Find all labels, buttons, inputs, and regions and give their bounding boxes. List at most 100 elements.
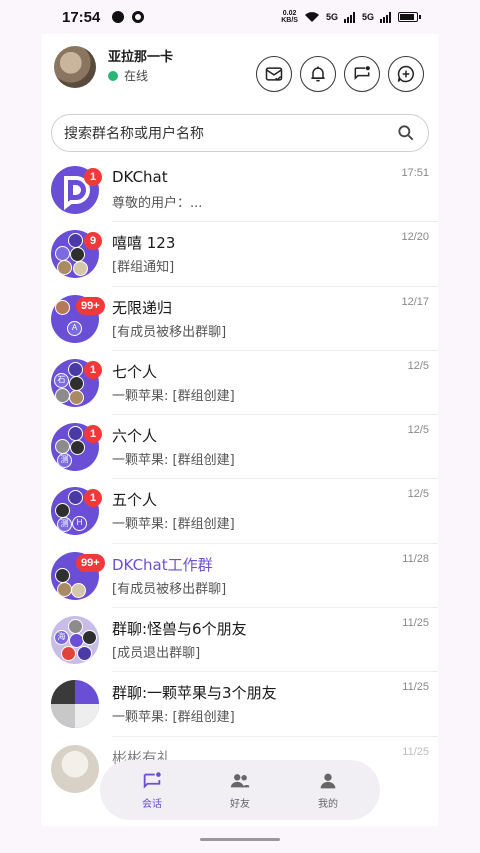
member-avatar bbox=[55, 503, 70, 519]
signal-label-2: 5G bbox=[361, 12, 374, 22]
chat-preview: [有成员被移出群聊] bbox=[112, 581, 227, 597]
list-item[interactable]: 测 1 六个人 一颗苹果: [群组创建] 12/5 bbox=[42, 415, 438, 480]
profile-icon bbox=[320, 773, 336, 789]
list-item[interactable]: 9 嘻嘻 123 [群组通知] 12/20 bbox=[42, 222, 438, 287]
chat-title: 群聊:一颗苹果与3个朋友 bbox=[112, 684, 277, 703]
member-avatar bbox=[73, 261, 88, 277]
search-input[interactable]: 搜索群名称或用户名称 bbox=[64, 123, 396, 143]
notification-dot-icon bbox=[112, 11, 125, 23]
avatar[interactable] bbox=[54, 46, 96, 88]
chat-preview: 一颗苹果: [群组创建] bbox=[112, 388, 235, 404]
chat-preview: 一颗苹果: [群组创建] bbox=[112, 710, 235, 726]
member-avatar: 测 bbox=[57, 517, 72, 533]
chat-title: 嘻嘻 123 bbox=[112, 234, 176, 253]
avatar bbox=[51, 680, 99, 729]
chat-title: 群聊:怪兽与6个朋友 bbox=[112, 620, 247, 639]
member-avatar bbox=[82, 630, 97, 646]
avatar: 海 bbox=[51, 616, 99, 665]
unread-badge: 1 bbox=[84, 168, 102, 186]
member-avatar: 测 bbox=[57, 453, 72, 469]
chat-preview: 尊敬的用户：... bbox=[112, 196, 203, 211]
member-avatar bbox=[55, 439, 70, 455]
chat-title: 六个人 bbox=[112, 427, 158, 446]
avatar bbox=[51, 744, 99, 793]
chat-time: 12/17 bbox=[401, 295, 429, 308]
list-item[interactable]: 测 H 1 五个人 一颗苹果: [群组创建] 12/5 bbox=[42, 479, 438, 544]
chat-time: 11/25 bbox=[402, 681, 429, 694]
app-notification-icon bbox=[132, 11, 145, 23]
status-right: 0.02 KB/S 5G 5G bbox=[281, 10, 421, 24]
member-avatar bbox=[68, 426, 83, 442]
home-indicator[interactable] bbox=[200, 838, 280, 841]
online-dot-icon bbox=[108, 70, 118, 81]
chat-time: 17:51 bbox=[401, 167, 429, 179]
friends-icon bbox=[230, 774, 250, 788]
status-time: 17:54 bbox=[62, 8, 101, 26]
tab-label: 好友 bbox=[230, 799, 250, 810]
list-item[interactable]: 1 DKChat 尊敬的用户：... 17:51 bbox=[42, 158, 438, 223]
member-avatar bbox=[61, 646, 76, 662]
search-icon bbox=[398, 125, 414, 141]
tab-profile[interactable]: 我的 bbox=[293, 770, 363, 810]
chat-title: 五个人 bbox=[112, 491, 158, 510]
member-avatar: H bbox=[72, 516, 87, 532]
member-avatar bbox=[77, 646, 92, 662]
list-item[interactable]: 石 1 七个人 一颗苹果: [群组创建] 12/5 bbox=[42, 351, 438, 416]
chat-list: 1 DKChat 尊敬的用户：... 17:51 9 嘻嘻 123 [群组通知]… bbox=[42, 158, 438, 801]
user-name: 亚拉那一卡 bbox=[108, 50, 174, 65]
member-avatar bbox=[55, 299, 70, 315]
member-avatar: 石 bbox=[54, 372, 69, 388]
new-chat-button[interactable] bbox=[388, 56, 424, 92]
battery-icon bbox=[398, 12, 421, 22]
app-window: 17:54 0.02 KB/S 5G 5G 亚拉那一卡 在线 搜索群名称或用户名… bbox=[42, 0, 438, 853]
unread-badge: 99+ bbox=[76, 553, 105, 572]
member-avatar: 海 bbox=[54, 630, 69, 646]
bottom-nav: 会话 好友 我的 bbox=[100, 760, 380, 820]
member-avatar bbox=[68, 361, 83, 377]
member-tile bbox=[51, 680, 75, 705]
search-button[interactable] bbox=[396, 123, 416, 143]
chat-title: DKChat工作群 bbox=[112, 555, 213, 574]
tab-chats[interactable]: 会话 bbox=[117, 770, 187, 810]
signal-2-icon bbox=[380, 11, 391, 23]
chat-preview: 一颗苹果: [群组创建] bbox=[112, 517, 235, 533]
chat-preview: [群组通知] bbox=[112, 260, 175, 276]
member-avatar bbox=[55, 246, 70, 262]
unread-badge: 1 bbox=[84, 489, 102, 508]
list-item[interactable]: A 99+ 无限递归 [有成员被移出群聊] 12/17 bbox=[42, 287, 438, 351]
chat-title: DKChat bbox=[112, 168, 168, 186]
search-bar[interactable]: 搜索群名称或用户名称 bbox=[51, 114, 429, 152]
member-avatar bbox=[57, 581, 72, 597]
tab-friends[interactable]: 好友 bbox=[205, 770, 275, 810]
member-avatar bbox=[68, 233, 83, 249]
tab-label: 会话 bbox=[142, 799, 162, 810]
member-tile bbox=[51, 704, 75, 729]
network-speed: 0.02 KB/S bbox=[281, 10, 298, 24]
member-avatar bbox=[55, 567, 70, 583]
chat-time: 11/25 bbox=[402, 617, 429, 630]
member-avatar bbox=[57, 260, 72, 276]
chat-time: 12/5 bbox=[407, 488, 429, 501]
signal-1-icon bbox=[343, 11, 355, 23]
chat-time: 11/25 bbox=[402, 745, 429, 758]
chat-time: 11/28 bbox=[402, 552, 429, 565]
chat-preview: 一颗苹果: [群组创建] bbox=[112, 453, 235, 469]
member-tile bbox=[75, 704, 99, 729]
chat-title: 七个人 bbox=[112, 362, 158, 381]
chat-notify-icon bbox=[354, 66, 370, 80]
unread-badge: 1 bbox=[84, 360, 102, 379]
unread-badge: 9 bbox=[84, 232, 102, 251]
member-avatar bbox=[70, 440, 85, 456]
list-item[interactable]: 海 群聊:怪兽与6个朋友 [成员退出群聊] 11/25 bbox=[42, 608, 438, 673]
unread-badge: 1 bbox=[84, 425, 102, 444]
notifications-button[interactable] bbox=[300, 56, 336, 92]
list-item[interactable]: 99+ DKChat工作群 [有成员被移出群聊] 11/28 bbox=[42, 544, 438, 609]
header: 亚拉那一卡 在线 bbox=[42, 34, 438, 106]
list-item[interactable]: 群聊:一颗苹果与3个朋友 一颗苹果: [群组创建] 11/25 bbox=[42, 672, 438, 737]
chat-time: 12/5 bbox=[407, 424, 429, 437]
mail-check-button[interactable] bbox=[256, 56, 292, 92]
online-status: 在线 bbox=[108, 67, 148, 84]
chat-time: 12/20 bbox=[401, 231, 429, 244]
messages-notify-button[interactable] bbox=[344, 56, 380, 92]
bell-icon bbox=[311, 66, 325, 82]
